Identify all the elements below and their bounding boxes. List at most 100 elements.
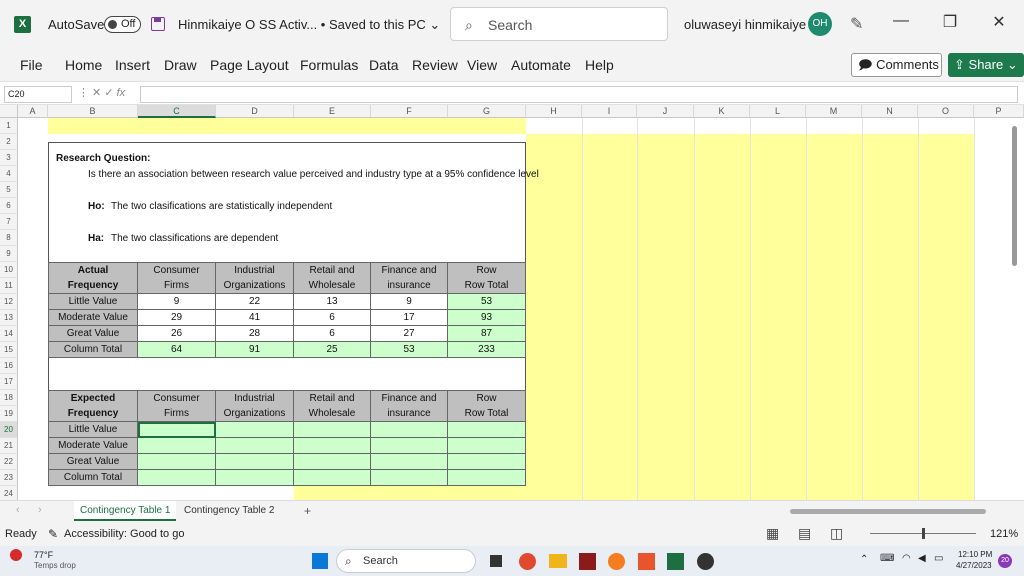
tab-contingency-table-1[interactable]: Contingency Table 1 [74,501,177,521]
comments-button[interactable]: 🗩 Comments [851,53,942,77]
expected-cell[interactable] [448,438,526,454]
column-header-l[interactable]: L [750,105,806,118]
column-header-k[interactable]: K [694,105,750,118]
row-header-18[interactable]: 18 [0,390,18,406]
windows-start-icon[interactable] [312,553,328,569]
expected-cell[interactable] [216,470,294,486]
actual-cell[interactable]: 64 [138,342,216,358]
powerpoint-icon[interactable] [638,553,655,570]
column-header-m[interactable]: M [806,105,862,118]
weather-desc[interactable]: Temps drop [34,561,76,570]
volume-icon[interactable]: ◀ [918,553,926,564]
file-explorer-icon[interactable] [549,554,567,568]
chevron-up-icon[interactable]: ⌃ [860,554,868,565]
expected-cell[interactable] [448,470,526,486]
row-header-20[interactable]: 20 [0,422,18,438]
row-header-7[interactable]: 7 [0,214,18,230]
fx-icon[interactable]: fx [117,87,126,99]
menu-data[interactable]: Data [369,57,399,73]
excel-taskbar-icon[interactable] [667,553,684,570]
actual-cell[interactable]: 9 [138,294,216,310]
expected-cell[interactable] [216,438,294,454]
actual-cell[interactable]: 233 [448,342,526,358]
menu-page-layout[interactable]: Page Layout [210,57,289,73]
expected-cell[interactable] [371,422,448,438]
expected-cell[interactable] [138,470,216,486]
row-header-5[interactable]: 5 [0,182,18,198]
actual-cell[interactable]: 41 [216,310,294,326]
actual-cell[interactable]: 29 [138,310,216,326]
column-header-d[interactable]: D [216,105,294,118]
actual-cell[interactable]: 53 [448,294,526,310]
chrome-icon[interactable] [519,553,536,570]
row-header-15[interactable]: 15 [0,342,18,358]
clock-time[interactable]: 12:10 PM [958,550,992,559]
menu-review[interactable]: Review [412,57,458,73]
column-header-p[interactable]: P [974,105,1024,118]
restore-icon[interactable]: ❐ [938,12,962,32]
row-header-13[interactable]: 13 [0,310,18,326]
row-header-4[interactable]: 4 [0,166,18,182]
page-layout-view-icon[interactable]: ▤ [798,525,811,542]
taskbar-search[interactable]: ⌕ Search [336,549,476,573]
save-icon[interactable] [151,17,165,31]
search-input[interactable]: ⌕ Search [450,7,668,41]
expected-cell[interactable] [371,454,448,470]
weather-temp[interactable]: 77°F [34,550,53,560]
actual-cell[interactable]: 6 [294,310,371,326]
row-header-24[interactable]: 24 [0,486,18,500]
menu-home[interactable]: Home [65,57,102,73]
row-header-22[interactable]: 22 [0,454,18,470]
actual-cell[interactable]: 22 [216,294,294,310]
zoom-level[interactable]: 121% [990,528,1018,540]
worksheet[interactable]: A B C D E F G H I J K L M N O P 1 2 3 4 5 6 7 8 9 10 11 12 13 14 15 16 1… [0,105,1024,500]
row-header-17[interactable]: 17 [0,374,18,390]
expected-cell[interactable] [138,454,216,470]
clock-date[interactable]: 4/27/2023 [956,561,992,570]
actual-cell[interactable]: 93 [448,310,526,326]
actual-cell[interactable]: 26 [138,326,216,342]
row-header-14[interactable]: 14 [0,326,18,342]
tab-next-icon[interactable]: › [38,504,42,516]
row-header-23[interactable]: 23 [0,470,18,486]
row-header-2[interactable]: 2 [0,134,18,150]
menu-draw[interactable]: Draw [164,57,197,73]
tab-contingency-table-2[interactable]: Contingency Table 2 [178,501,280,521]
media-player-icon[interactable] [697,553,714,570]
row-header-16[interactable]: 16 [0,358,18,374]
share-button[interactable]: ⇪ Share ⌄ [948,53,1024,77]
actual-cell[interactable]: 27 [371,326,448,342]
firefox-icon[interactable] [608,553,625,570]
menu-formulas[interactable]: Formulas [300,57,358,73]
actual-cell[interactable]: 9 [371,294,448,310]
document-title[interactable]: Hinmikaiye O SS Activ... • Saved to this… [178,17,440,33]
actual-cell[interactable]: 28 [216,326,294,342]
column-header-o[interactable]: O [918,105,974,118]
pen-icon[interactable]: ✎ [850,14,863,34]
task-view-icon[interactable] [490,555,502,567]
column-header-n[interactable]: N [862,105,918,118]
column-header-c[interactable]: C [138,105,216,118]
app-icon[interactable] [579,553,596,570]
expected-cell[interactable] [371,470,448,486]
battery-icon[interactable]: ▭ [934,553,943,564]
row-header-12[interactable]: 12 [0,294,18,310]
menu-file[interactable]: File [20,57,43,73]
row-header-8[interactable]: 8 [0,230,18,246]
normal-view-icon[interactable]: ▦ [766,525,779,542]
formula-input[interactable] [140,86,1018,103]
accessibility-status[interactable]: Accessibility: Good to go [64,528,184,540]
column-header-h[interactable]: H [526,105,582,118]
add-sheet-button[interactable]: + [304,504,311,518]
column-header-e[interactable]: E [294,105,371,118]
row-header-9[interactable]: 9 [0,246,18,262]
menu-view[interactable]: View [467,57,497,73]
select-all-corner[interactable] [0,105,18,118]
column-header-j[interactable]: J [637,105,694,118]
wifi-icon[interactable]: ◠ [902,553,911,564]
row-header-21[interactable]: 21 [0,438,18,454]
menu-insert[interactable]: Insert [115,57,150,73]
row-header-1[interactable]: 1 [0,118,18,134]
menu-automate[interactable]: Automate [511,57,571,73]
row-header-10[interactable]: 10 [0,262,18,278]
